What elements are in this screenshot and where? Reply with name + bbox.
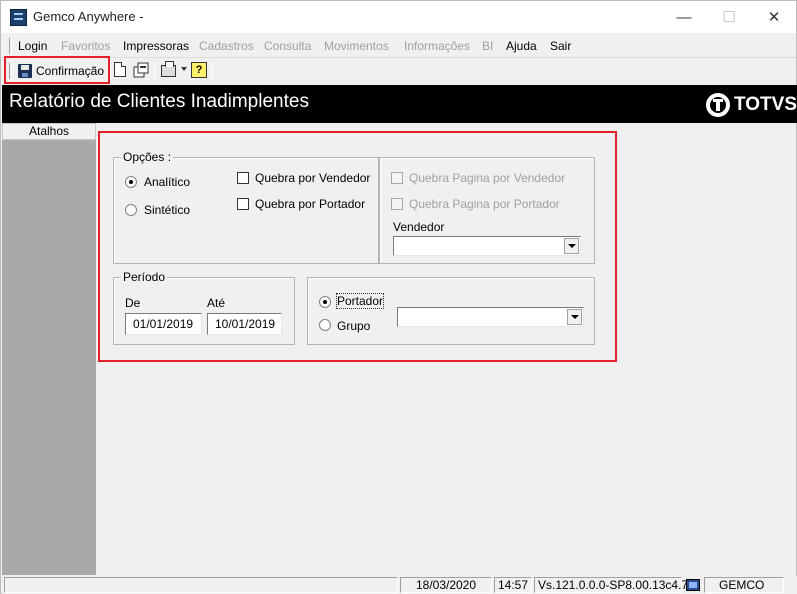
status-company: GEMCO — [704, 577, 784, 593]
menu-movimentos[interactable]: Movimentos — [324, 39, 389, 53]
grupo-radio[interactable] — [319, 319, 331, 331]
quebra-vendedor-checkbox[interactable] — [237, 172, 249, 184]
totvs-logo-text: TOTVS — [734, 94, 797, 115]
printer-icon[interactable] — [161, 61, 176, 77]
menu-grip — [9, 38, 12, 54]
quebra-portador-checkbox[interactable] — [237, 198, 249, 210]
menu-impressoras[interactable]: Impressoras — [123, 39, 189, 53]
quebra-pagina-vendedor-checkbox[interactable] — [391, 172, 403, 184]
close-button[interactable]: ✕ — [751, 1, 797, 33]
toolbar-separator — [154, 63, 155, 80]
portador-label[interactable]: Portador — [335, 293, 385, 309]
portador-radio[interactable] — [319, 296, 331, 308]
analitico-label[interactable]: Analítico — [144, 175, 190, 189]
status-bar: 18/03/2020 14:57 Vs.121.0.0.0-SP8.00.13c… — [2, 576, 797, 594]
new-document-icon[interactable] — [114, 62, 126, 77]
menu-bi[interactable]: BI — [482, 39, 493, 53]
menu-bar: Login Favoritos Impressoras Cadastros Co… — [1, 34, 796, 58]
maximize-button[interactable]: ☐ — [706, 1, 752, 33]
status-version: Vs.121.0.0.0-SP8.00.13c4.75 — [534, 577, 695, 593]
page-title: Relatório de Clientes Inadimplentes — [9, 91, 309, 112]
analitico-radio[interactable] — [125, 176, 137, 188]
title-bar: Gemco Anywhere - — ☐ ✕ — [1, 1, 796, 33]
quebra-pagina-portador-checkbox[interactable] — [391, 198, 403, 210]
status-time: 14:57 — [494, 577, 532, 593]
chevron-down-icon[interactable] — [567, 309, 582, 325]
report-header: Relatório de Clientes Inadimplentes TOTV… — [2, 85, 797, 123]
menu-cadastros[interactable]: Cadastros — [199, 39, 254, 53]
menu-favoritos[interactable]: Favoritos — [61, 39, 110, 53]
shortcuts-sidebar: Atalhos — [2, 123, 96, 575]
de-label: De — [125, 296, 141, 310]
export-icon[interactable] — [133, 62, 149, 78]
quebra-vendedor-label[interactable]: Quebra por Vendedor — [255, 171, 370, 185]
toolbar: Confirmação ? — [1, 58, 796, 84]
vendedor-label: Vendedor — [393, 220, 445, 234]
ate-date-input[interactable]: 10/01/2019 — [207, 313, 282, 335]
options-group-label: Opções : — [121, 150, 174, 164]
menu-consulta[interactable]: Consulta — [264, 39, 311, 53]
app-icon — [10, 9, 27, 26]
vendedor-select[interactable] — [393, 236, 581, 256]
menu-ajuda[interactable]: Ajuda — [506, 39, 537, 53]
grupo-label[interactable]: Grupo — [337, 319, 370, 333]
menu-login[interactable]: Login — [18, 39, 47, 53]
status-message — [4, 577, 398, 593]
period-group-label: Período — [121, 270, 168, 284]
confirm-highlight — [4, 56, 110, 84]
chevron-down-icon[interactable] — [564, 238, 579, 254]
ate-label: Até — [207, 296, 226, 310]
app-window: Gemco Anywhere - — ☐ ✕ Login Favoritos I… — [0, 0, 797, 594]
quebra-pagina-vendedor-label: Quebra Pagina por Vendedor — [409, 171, 566, 185]
totvs-logo: TOTVS — [706, 93, 797, 117]
quebra-portador-label[interactable]: Quebra por Portador — [255, 197, 365, 211]
quebra-pagina-portador-label: Quebra Pagina por Portador — [409, 197, 560, 211]
help-icon[interactable]: ? — [191, 62, 207, 78]
totvs-logo-icon — [706, 93, 730, 117]
network-icon — [686, 579, 700, 591]
printer-dropdown-icon[interactable] — [181, 67, 187, 71]
toolbar-separator — [211, 63, 212, 80]
de-date-input[interactable]: 01/01/2019 — [125, 313, 202, 335]
sintetico-radio[interactable] — [125, 204, 137, 216]
sintetico-label[interactable]: Sintético — [144, 203, 190, 217]
menu-informacoes[interactable]: Informações — [404, 39, 470, 53]
minimize-button[interactable]: — — [661, 1, 707, 33]
window-title: Gemco Anywhere - — [33, 9, 144, 24]
status-date: 18/03/2020 — [400, 577, 492, 593]
menu-sair[interactable]: Sair — [550, 39, 571, 53]
portador-grupo-select[interactable] — [397, 307, 584, 327]
sidebar-header[interactable]: Atalhos — [2, 123, 96, 140]
